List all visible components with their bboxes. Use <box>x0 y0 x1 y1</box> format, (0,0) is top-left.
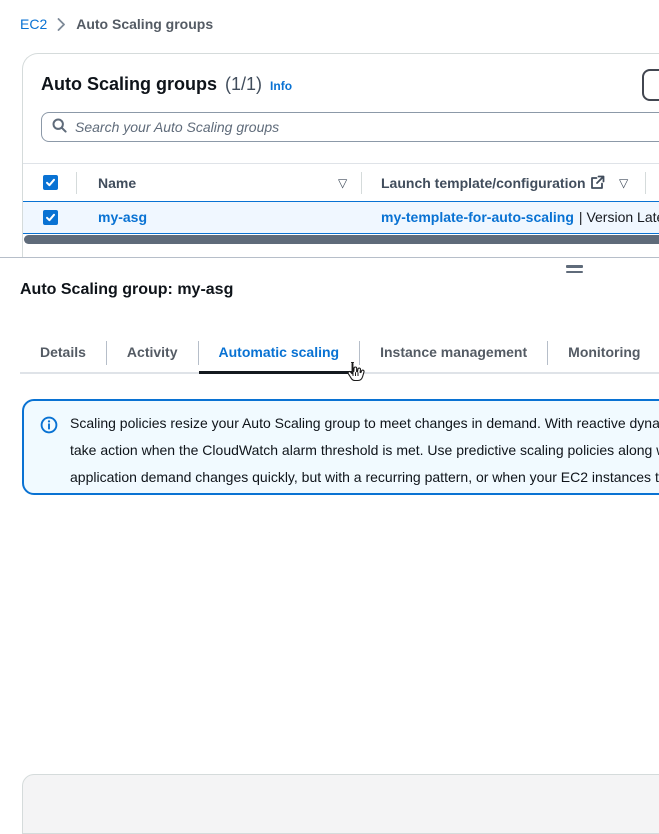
name-filter-icon[interactable]: ▽ <box>338 175 347 191</box>
split-panel-drag-handle[interactable] <box>566 265 583 276</box>
template-version-text: | Version Latest <box>579 209 659 225</box>
card-title: Auto Scaling groups <box>41 74 217 95</box>
card-count: (1/1) <box>225 74 262 95</box>
table-row[interactable]: my-asg my-template-for-auto-scaling | Ver… <box>23 201 659 234</box>
row-checkbox[interactable] <box>43 210 58 225</box>
banner-line: take action when the CloudWatch alarm th… <box>70 437 659 464</box>
table-header-row: Name ▽ Launch template/configuration ▽ <box>23 163 659 201</box>
launch-template-filter-icon[interactable]: ▽ <box>619 175 628 191</box>
tab-activity[interactable]: Activity <box>107 334 198 372</box>
banner-text: Scaling policies resize your Auto Scalin… <box>70 410 659 491</box>
tab-instance-management[interactable]: Instance management <box>360 334 547 372</box>
search-input[interactable] <box>75 119 659 135</box>
banner-line: application demand changes quickly, but … <box>70 464 659 491</box>
refresh-button[interactable] <box>642 69 659 101</box>
launch-template-link[interactable]: my-template-for-auto-scaling <box>381 209 574 225</box>
external-link-icon <box>590 175 605 193</box>
tab-details[interactable]: Details <box>20 334 106 372</box>
split-panel: Auto Scaling group: my-asg Details Activ… <box>0 257 659 534</box>
select-all-checkbox[interactable] <box>43 175 58 190</box>
tabs-bar: Details Activity Automatic scaling Insta… <box>20 334 659 374</box>
info-circle-icon <box>40 416 58 437</box>
breadcrumb-link-ec2[interactable]: EC2 <box>20 16 47 32</box>
scaling-policies-info-banner: Scaling policies resize your Auto Scalin… <box>22 399 659 495</box>
tab-automatic-scaling[interactable]: Automatic scaling <box>199 334 360 372</box>
column-divider <box>361 172 362 194</box>
asg-name-link[interactable]: my-asg <box>98 209 147 225</box>
column-header-launch-template[interactable]: Launch template/configuration <box>381 175 586 191</box>
breadcrumb: EC2 Auto Scaling groups <box>20 16 213 32</box>
tab-monitoring[interactable]: Monitoring <box>548 334 659 372</box>
info-link[interactable]: Info <box>270 79 292 93</box>
search-icon <box>52 118 67 136</box>
search-box <box>41 112 659 142</box>
banner-line: Scaling policies resize your Auto Scalin… <box>70 410 659 437</box>
column-header-name[interactable]: Name <box>98 175 136 191</box>
column-divider <box>645 172 646 194</box>
launch-template-cell: my-template-for-auto-scaling | Version La… <box>381 209 659 225</box>
breadcrumb-chevron-icon <box>57 18 66 31</box>
auto-scaling-groups-card: Auto Scaling groups (1/1) Info Name ▽ La… <box>22 53 659 257</box>
horizontal-scrollbar[interactable] <box>24 235 659 244</box>
split-panel-title: Auto Scaling group: my-asg <box>20 281 233 299</box>
policies-card-header <box>22 774 659 834</box>
column-divider <box>76 172 77 194</box>
breadcrumb-current: Auto Scaling groups <box>76 16 213 32</box>
